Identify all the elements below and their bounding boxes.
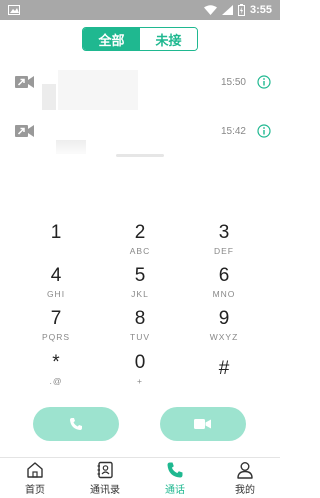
- nav-contacts-label: 通讯录: [90, 484, 120, 496]
- key-6[interactable]: 6 MNO: [194, 265, 254, 309]
- wifi-icon: [203, 5, 217, 15]
- call-log-item[interactable]: 15:50: [0, 60, 280, 110]
- contact-detail-redacted: [58, 70, 138, 110]
- keypad-drag-handle[interactable]: [116, 154, 164, 157]
- video-camera-icon: [194, 419, 211, 429]
- phone-icon: [167, 462, 183, 477]
- key-1[interactable]: 1: [26, 222, 86, 266]
- phone-icon: [70, 418, 82, 430]
- nav-calls-label: 通话: [165, 484, 185, 496]
- key-7[interactable]: 7 PQRS: [26, 308, 86, 352]
- key-9[interactable]: 9 WXYZ: [194, 308, 254, 352]
- key-2[interactable]: 2 ABC: [110, 222, 170, 266]
- key-0[interactable]: 0 +: [110, 352, 170, 396]
- key-4[interactable]: 4 GHI: [26, 265, 86, 309]
- nav-calls[interactable]: 通话: [140, 458, 210, 498]
- outgoing-video-call-icon: [15, 76, 34, 88]
- nav-home-label: 首页: [25, 484, 45, 496]
- outgoing-video-call-icon: [15, 125, 34, 137]
- nav-profile-label: 我的: [235, 484, 255, 496]
- battery-icon: [237, 4, 245, 16]
- video-call-button[interactable]: [160, 407, 246, 441]
- key-8[interactable]: 8 TUV: [110, 308, 170, 352]
- clock: 3:55: [249, 4, 272, 16]
- contact-name-redacted: [42, 84, 56, 110]
- key-hash[interactable]: #: [194, 358, 254, 402]
- info-icon[interactable]: [257, 124, 271, 138]
- info-icon[interactable]: [257, 75, 271, 89]
- contacts-icon: [97, 461, 113, 478]
- profile-icon: [237, 461, 253, 479]
- bottom-nav: 首页 通讯录 通话 我的: [0, 457, 280, 498]
- call-time: 15:42: [220, 126, 246, 137]
- tab-missed[interactable]: 未接: [140, 28, 197, 50]
- key-star[interactable]: * .@: [26, 352, 86, 396]
- tab-all[interactable]: 全部: [83, 28, 140, 50]
- nav-home[interactable]: 首页: [0, 458, 70, 498]
- call-filter-segment: 全部 未接: [82, 27, 198, 51]
- nav-contacts[interactable]: 通讯录: [70, 458, 140, 498]
- signal-icon: [221, 5, 233, 15]
- status-bar: 3:55: [0, 0, 280, 20]
- call-time: 15:50: [220, 77, 246, 88]
- key-5[interactable]: 5 JKL: [110, 265, 170, 309]
- nav-profile[interactable]: 我的: [210, 458, 280, 498]
- home-icon: [27, 461, 43, 478]
- voice-call-button[interactable]: [33, 407, 119, 441]
- key-3[interactable]: 3 DEF: [194, 222, 254, 266]
- gallery-icon: [8, 5, 20, 15]
